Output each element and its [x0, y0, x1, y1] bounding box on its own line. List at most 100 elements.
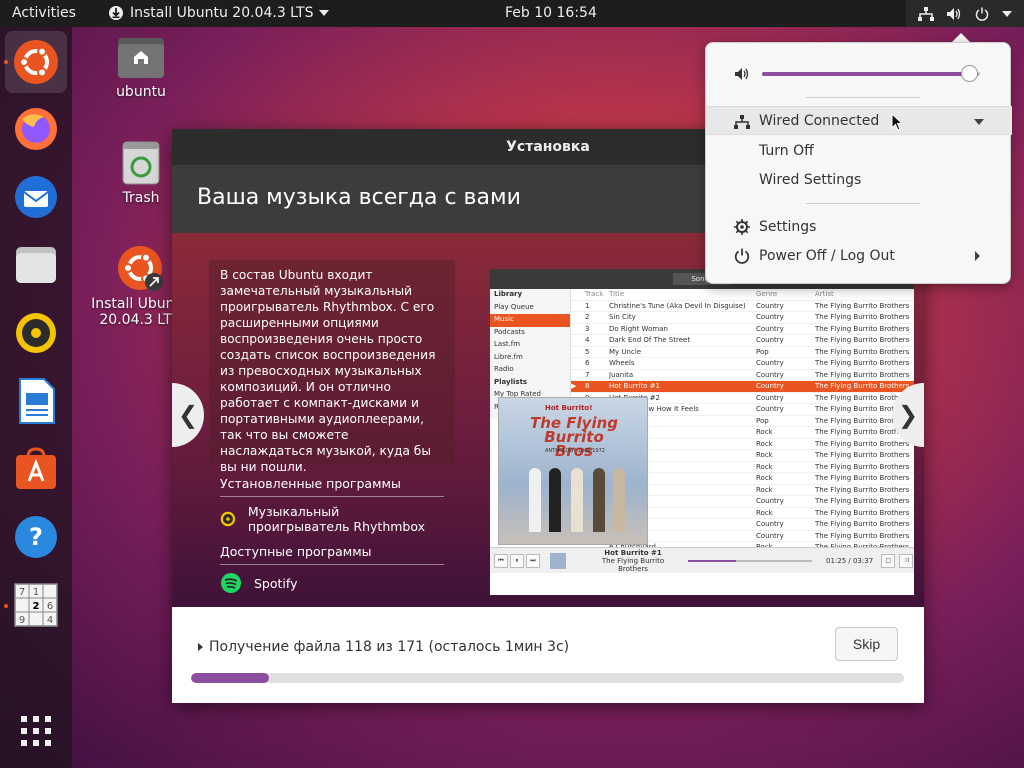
- rb-track-cell: Rock: [756, 439, 773, 448]
- previous-slide-button[interactable]: ❮: [172, 383, 204, 447]
- rb-track-row: 2 Sin City Country The Flying Burrito Broth…: [571, 312, 914, 324]
- rb-track-cell: The Flying Burrito Brothers: [815, 485, 910, 494]
- dock-item-rhythmbox[interactable]: [12, 309, 60, 357]
- rb-track-cell: The Flying Burrito Brothers: [815, 497, 910, 506]
- rb-track-cell: 3: [585, 324, 590, 333]
- rb-track-cell: 4: [585, 336, 590, 345]
- rb-track-cell: The Flying Burrito Brothers: [815, 313, 910, 322]
- installed-program: Музыкальный проигрыватель Rhythmbox: [220, 504, 444, 534]
- rb-sidebar-item: Last.fm: [494, 340, 521, 348]
- volume-slider-knob[interactable]: [961, 65, 979, 82]
- volume-slider[interactable]: [762, 65, 980, 82]
- rb-track-cell: Country: [756, 393, 784, 402]
- separator: [806, 203, 920, 204]
- album-figure: [571, 468, 583, 532]
- desktop-icon-trash[interactable]: Trash: [105, 140, 177, 206]
- rb-track-cell: Dark End Of The Street: [609, 336, 691, 345]
- dock-item-help[interactable]: ?: [12, 513, 60, 561]
- help-icon: ?: [15, 516, 57, 558]
- show-applications-button[interactable]: [12, 707, 60, 755]
- turn-off-item[interactable]: Turn Off: [706, 136, 1012, 165]
- rb-track-cell: The Flying Burrito Brothers: [815, 347, 910, 356]
- wired-settings-item[interactable]: Wired Settings: [706, 165, 1012, 194]
- rb-track-cell: 1: [585, 301, 590, 310]
- clock[interactable]: Feb 10 16:54: [505, 5, 597, 21]
- rb-track-row: 4 Dark End Of The Street Country The Flying…: [571, 335, 914, 347]
- rb-track-cell: Title: [609, 290, 625, 299]
- dock-item-thunderbird[interactable]: [12, 173, 60, 221]
- sudoku-digit: 9: [19, 615, 25, 626]
- rb-track-cell: The Flying Burrito Brothers: [815, 462, 910, 471]
- dock-item-writer[interactable]: [12, 377, 60, 425]
- shuffle-icon: ⤨: [899, 553, 914, 568]
- app-grid-icon: [21, 716, 51, 746]
- wired-connected-item[interactable]: Wired Connected: [706, 106, 1012, 135]
- album-figure: [613, 468, 625, 532]
- spotify-icon: [221, 573, 241, 593]
- rb-track-cell: My Uncle: [609, 347, 642, 356]
- rb-track-cell: The Flying Burrito Brothers: [815, 324, 910, 333]
- now-playing-artist: The Flying Burrito Brothers: [601, 556, 665, 573]
- rb-track-cell: The Flying Burrito Brothers: [815, 382, 910, 391]
- dock-item-files[interactable]: [12, 241, 60, 289]
- wired-connected-label: Wired Connected: [759, 112, 880, 129]
- rb-track-cell: The Flying Burrito Brothers: [815, 474, 910, 483]
- now-playing-title: Hot Burrito #1: [604, 548, 662, 557]
- rb-track-row: Track Title Genre Artist: [571, 289, 914, 301]
- settings-item[interactable]: Settings: [706, 212, 1012, 241]
- dock-item-software[interactable]: [12, 445, 60, 493]
- dock-item-firefox[interactable]: [12, 105, 60, 153]
- install-progress-bar: [191, 673, 904, 683]
- rb-track-cell: Rock: [756, 462, 773, 471]
- thunderbird-icon: [15, 176, 57, 218]
- skip-button[interactable]: Skip: [835, 627, 898, 661]
- rb-track-cell: 6: [585, 359, 590, 368]
- rb-track-cell: Rock: [756, 428, 773, 437]
- rhythmbox-icon: [16, 313, 56, 353]
- rb-track-row: 5 My Uncle Pop The Flying Burrito Brothers: [571, 347, 914, 358]
- dock-item-installer[interactable]: [5, 31, 67, 93]
- gear-icon: [734, 219, 750, 235]
- album-art: Hot Burrito! The Flying Burrito Bros ANT…: [498, 397, 648, 545]
- mouse-cursor-icon: [891, 113, 903, 131]
- rhythmbox-screenshot: Songs Library Play Queue Music Podcasts Last…: [490, 269, 914, 595]
- rb-track-cell: The Flying Burrito Brothers: [815, 520, 910, 529]
- rb-track-cell: 5: [585, 347, 590, 356]
- rb-track-cell: Country: [756, 336, 784, 345]
- system-tray[interactable]: [906, 0, 1024, 27]
- rb-sidebar-item: Libre.fm: [494, 352, 523, 361]
- volume-icon: [946, 6, 962, 22]
- desktop-icon-home[interactable]: ubuntu: [105, 36, 177, 100]
- album-thumb: [550, 552, 566, 569]
- chevron-down-icon: [974, 119, 984, 125]
- rb-track-cell: Rock: [756, 508, 773, 517]
- volume-row: [734, 65, 980, 82]
- rb-track-cell: The Flying Burrito Brothers: [815, 359, 910, 368]
- volume-icon: [735, 68, 749, 80]
- chevron-right-icon: ❯: [897, 401, 919, 429]
- rhythmbox-icon: [220, 511, 236, 527]
- now-playing: Hot Burrito #1 The Flying Burrito Brothe…: [588, 549, 678, 573]
- rb-track-cell: Country: [756, 520, 784, 529]
- rb-track-cell: Country: [756, 359, 784, 368]
- download-status-text: Получение файла 118 из 171 (осталось 1ми…: [209, 639, 570, 655]
- rb-track-cell: Country: [756, 301, 784, 310]
- firefox-icon: [15, 108, 57, 150]
- rb-sidebar-item: Play Queue: [494, 302, 534, 311]
- rb-sidebar-item: Radio: [494, 365, 514, 373]
- dock-item-sudoku[interactable]: 7 1 2 6 9 4: [12, 581, 60, 629]
- sudoku-icon: 7 1 2 6 9 4: [14, 583, 58, 627]
- rb-track-cell: Rock: [756, 474, 773, 483]
- activities-button[interactable]: Activities: [12, 5, 76, 21]
- home-folder-icon: [118, 38, 164, 78]
- download-status[interactable]: Получение файла 118 из 171 (осталось 1ми…: [198, 639, 569, 655]
- desktop-icon-label: ubuntu: [116, 84, 166, 100]
- rb-track-cell: Track: [585, 290, 604, 299]
- rb-track-row: 7 Juanita Country The Flying Burrito Brothe…: [571, 370, 914, 381]
- app-menu[interactable]: Install Ubuntu 20.04.3 LTS: [108, 5, 330, 21]
- power-off-item[interactable]: Power Off / Log Out: [706, 241, 1012, 270]
- sudoku-digit: 4: [47, 615, 53, 626]
- available-programs-header: Доступные программы: [220, 544, 444, 565]
- album-figure: [549, 468, 561, 532]
- desktop-icon-label: Trash: [122, 190, 160, 206]
